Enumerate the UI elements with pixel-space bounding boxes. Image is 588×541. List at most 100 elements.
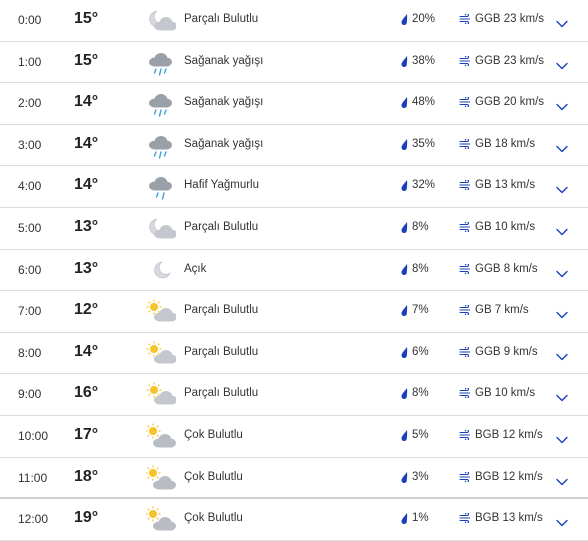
precipitation-value: 20%: [412, 13, 436, 25]
hour-time: 4:00: [18, 179, 42, 194]
chevron-down-icon[interactable]: [556, 306, 568, 319]
hour-time: 2:00: [18, 96, 42, 111]
raindrop-icon: [400, 471, 409, 483]
weather-condition: Parçalı Bulutlu: [184, 13, 259, 25]
wind: GB 18 km/s: [459, 137, 536, 150]
wind-icon: [459, 470, 471, 483]
partly-cloudy-night-icon: [146, 6, 177, 36]
wind-value: BGB 12 km/s: [475, 428, 543, 441]
hourly-row[interactable]: 0:00 15° Parçalı Bulutlu 20% GGB 23 km/s: [0, 0, 588, 42]
raindrop-icon: [400, 96, 409, 109]
wind-value: GGB 9 km/s: [475, 345, 538, 358]
precipitation-value: 6%: [412, 345, 429, 358]
hour-temperature: 14°: [74, 93, 99, 111]
hourly-row[interactable]: 4:00 14° Hafif Yağmurlu 32% GB 13 km/s: [0, 166, 588, 208]
hourly-row[interactable]: 1:00 15° Sağanak yağışı 38% GGB 23 km/s: [0, 42, 588, 84]
hour-temperature: 14°: [74, 134, 99, 152]
hour-time: 10:00: [18, 428, 49, 443]
precipitation: 1%: [400, 512, 429, 525]
weather-condition: Parçalı Bulutlu: [184, 345, 259, 358]
hour-time: 6:00: [18, 262, 42, 277]
hourly-row[interactable]: 7:00 12° Parçalı Bulutlu 7% GB 7 km/s: [0, 291, 588, 333]
showers-icon: [146, 48, 176, 78]
chevron-down-icon[interactable]: [556, 431, 568, 444]
wind-value: GGB 23 km/s: [475, 13, 545, 25]
wind-icon: [459, 54, 471, 67]
chevron-down-icon[interactable]: [556, 15, 568, 28]
hourly-row[interactable]: 10:00 17° Çok Bulutlu 5% BGB 12 km/s: [0, 416, 588, 458]
precipitation-value: 8%: [412, 262, 429, 275]
hour-temperature: 15°: [74, 51, 99, 69]
chevron-down-icon[interactable]: [556, 514, 568, 527]
wind-icon: [459, 512, 471, 525]
hourly-row[interactable]: 8:00 14° Parçalı Bulutlu 6% GGB 9 km/s: [0, 333, 588, 375]
wind-value: GB 18 km/s: [475, 137, 536, 150]
chevron-down-icon[interactable]: [556, 181, 568, 194]
hourly-row[interactable]: 9:00 16° Parçalı Bulutlu 8% GB 10 km/s: [0, 374, 588, 416]
hour-temperature: 13°: [74, 259, 99, 277]
precipitation: 3%: [400, 471, 429, 483]
wind: GGB 9 km/s: [459, 345, 538, 358]
hour-time: 0:00: [18, 13, 42, 27]
wind-icon: [459, 428, 471, 441]
showers-icon: [146, 131, 176, 161]
chevron-down-icon[interactable]: [556, 473, 568, 485]
weather-condition: Parçalı Bulutlu: [184, 304, 259, 317]
precipitation-value: 3%: [412, 470, 429, 483]
wind-value: GB 13 km/s: [475, 179, 536, 192]
hourly-row[interactable]: 6:00 13° Açık 8% GGB 8 km/s: [0, 250, 588, 292]
hour-temperature: 17°: [74, 425, 99, 443]
precipitation-value: 7%: [412, 304, 429, 317]
hour-temperature: 14°: [74, 176, 99, 194]
hourly-row[interactable]: 11:00 18° Çok Bulutlu 3% BGB 12 km/s: [0, 458, 588, 500]
partly-cloudy-day-icon: [146, 380, 177, 410]
precipitation-value: 32%: [412, 179, 436, 192]
chevron-down-icon[interactable]: [556, 265, 568, 277]
precipitation-value: 1%: [412, 512, 429, 525]
mostly-cloudy-day-icon: [145, 464, 176, 494]
raindrop-icon: [400, 263, 409, 275]
raindrop-icon: [400, 55, 409, 67]
partly-cloudy-day-icon: [146, 297, 177, 327]
wind: BGB 12 km/s: [459, 428, 543, 441]
wind: GB 7 km/s: [459, 304, 529, 317]
hourly-row[interactable]: 12:00 19° Çok Bulutlu 1% BGB 13 km/s: [0, 499, 588, 541]
weather-condition: Çok Bulutlu: [184, 470, 243, 483]
chevron-down-icon[interactable]: [556, 98, 568, 111]
chevron-down-icon[interactable]: [556, 57, 568, 69]
precipitation-value: 5%: [412, 428, 429, 441]
weather-condition: Çok Bulutlu: [184, 512, 243, 525]
precipitation-value: 35%: [412, 137, 436, 150]
mostly-cloudy-day-icon: [145, 422, 176, 452]
weather-condition: Sağanak yağışı: [184, 54, 264, 67]
wind-value: GGB 8 km/s: [475, 262, 538, 275]
precipitation: 6%: [400, 346, 429, 358]
precipitation: 8%: [400, 263, 429, 275]
wind-icon: [459, 179, 471, 192]
precipitation: 20%: [400, 13, 436, 26]
hour-temperature: 16°: [74, 384, 99, 402]
precipitation: 5%: [400, 429, 429, 441]
hour-temperature: 14°: [74, 342, 99, 360]
raindrop-icon: [400, 138, 409, 150]
precipitation-value: 8%: [412, 387, 429, 400]
wind: BGB 13 km/s: [459, 512, 543, 525]
showers-icon: [146, 89, 176, 119]
wind: BGB 12 km/s: [459, 470, 543, 483]
hour-temperature: 18°: [74, 467, 99, 485]
hourly-row[interactable]: 2:00 14° Sağanak yağışı 48% GGB 20 km/s: [0, 83, 588, 125]
hourly-row[interactable]: 5:00 13° Parçalı Bulutlu 8% GB 10 km/s: [0, 208, 588, 250]
chevron-down-icon[interactable]: [556, 389, 568, 402]
hourly-row[interactable]: 3:00 14° Sağanak yağışı 35% GB 18 km/s: [0, 125, 588, 167]
chevron-down-icon[interactable]: [556, 223, 568, 236]
precipitation: 48%: [400, 96, 436, 109]
chevron-down-icon[interactable]: [556, 348, 568, 360]
weather-condition: Parçalı Bulutlu: [184, 220, 259, 233]
chevron-down-icon[interactable]: [556, 140, 568, 152]
precipitation-value: 38%: [412, 54, 436, 67]
wind-icon: [459, 304, 471, 317]
precipitation-value: 48%: [412, 96, 436, 109]
weather-condition: Açık: [184, 262, 207, 275]
precipitation: 38%: [400, 55, 435, 67]
hour-time: 1:00: [18, 54, 42, 69]
